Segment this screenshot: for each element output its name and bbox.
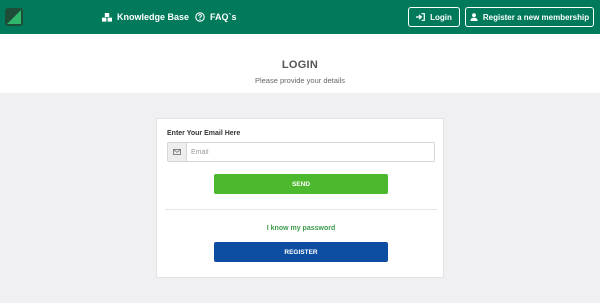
email-label: Enter Your Email Here — [167, 130, 241, 137]
question-circle-icon — [195, 12, 205, 22]
logo[interactable] — [4, 7, 24, 27]
nav-faq[interactable]: FAQ`s — [195, 0, 237, 34]
page-title: LOGIN — [281, 59, 319, 71]
register-membership-button[interactable]: Register a new membership — [465, 7, 594, 27]
page-subtitle: Please provide your details — [254, 76, 346, 85]
register-membership-label: Register a new membership — [482, 12, 590, 22]
divider — [165, 209, 437, 210]
nav-knowledge-base[interactable]: Knowledge Base — [102, 0, 189, 34]
top-navbar: Knowledge Base FAQ`s Login Register a ne… — [0, 0, 600, 34]
send-button[interactable]: SEND — [214, 174, 388, 194]
login-button[interactable]: Login — [408, 7, 460, 27]
nav-knowledge-base-label: Knowledge Base — [117, 12, 190, 22]
nav-faq-label: FAQ`s — [210, 12, 237, 22]
register-button[interactable]: REGISTER — [214, 242, 388, 262]
user-icon — [470, 13, 478, 21]
email-addon — [168, 143, 187, 161]
sign-in-icon — [416, 13, 426, 21]
page-header: LOGIN Please provide your details — [0, 34, 600, 93]
knowledge-base-icon — [102, 12, 112, 22]
email-input-group — [167, 142, 435, 162]
know-password-link[interactable]: I know my password — [157, 225, 445, 232]
login-button-label: Login — [430, 12, 452, 22]
envelope-icon — [173, 149, 181, 155]
login-card: Enter Your Email Here SEND I know my pas… — [156, 118, 444, 278]
email-input[interactable] — [187, 143, 434, 161]
